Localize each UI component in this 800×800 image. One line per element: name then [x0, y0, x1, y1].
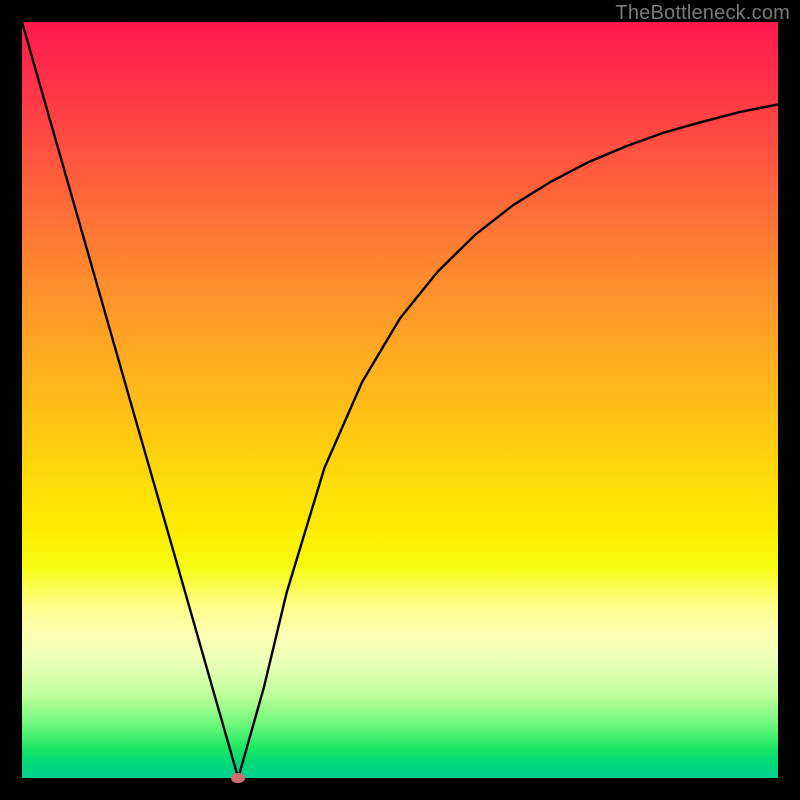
watermark-text: TheBottleneck.com: [615, 2, 790, 25]
minimum-marker: [231, 773, 245, 783]
plot-area: [22, 22, 778, 778]
